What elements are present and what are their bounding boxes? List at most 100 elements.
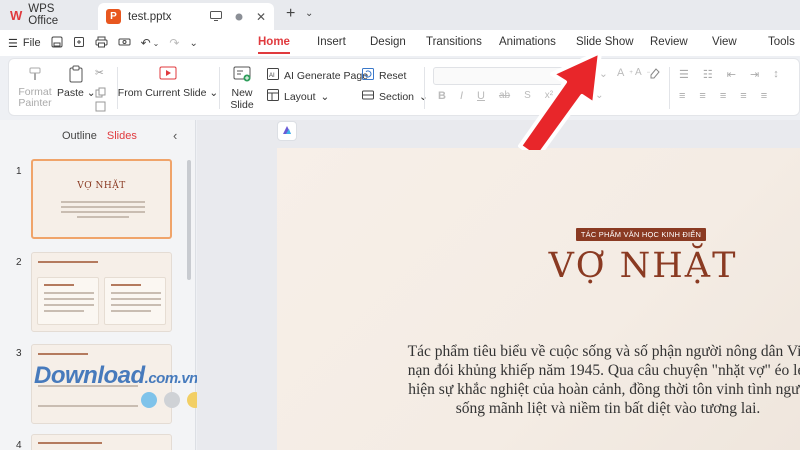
- increase-indent-icon[interactable]: ⇥: [750, 68, 759, 81]
- slide-body-line: nạn đói khủng khiếp năm 1945. Qua câu ch…: [407, 362, 800, 379]
- tab-outline[interactable]: Outline: [62, 130, 97, 142]
- align-right-icon[interactable]: ≡: [720, 90, 726, 102]
- print-icon[interactable]: [95, 36, 108, 51]
- decrease-font-icon[interactable]: A −: [635, 67, 650, 78]
- format-painter-button[interactable]: Format Painter: [17, 65, 53, 109]
- wps-logo-icon: W: [10, 7, 23, 23]
- slide-thumbnail-1[interactable]: VỢ NHẶT: [31, 159, 172, 239]
- save-icon[interactable]: [51, 36, 63, 51]
- print-preview-icon[interactable]: [118, 36, 131, 51]
- ribbon-divider: [669, 67, 670, 109]
- redo-icon[interactable]: ↷: [169, 36, 179, 50]
- from-current-slide-button[interactable]: From Current Slide ⌄: [118, 65, 218, 99]
- tab-slides[interactable]: Slides: [107, 130, 137, 142]
- copy-icon[interactable]: [95, 87, 106, 98]
- new-slide-label: New Slide: [230, 87, 254, 111]
- slide-thumbnail-2[interactable]: [31, 252, 172, 332]
- layout-chevron-icon: ⌄: [320, 90, 330, 103]
- close-tab-icon[interactable]: ✕: [256, 10, 266, 24]
- tab-transitions[interactable]: Transitions: [426, 36, 482, 48]
- tab-design[interactable]: Design: [370, 36, 406, 48]
- reset-button[interactable]: Reset: [362, 68, 406, 83]
- thumbnail-text-line: [111, 310, 151, 312]
- ai-assistant-button[interactable]: [277, 121, 297, 141]
- layout-icon: [267, 89, 279, 104]
- wps-home-tab[interactable]: W WPS Office: [0, 0, 94, 30]
- slide-title[interactable]: VỢ NHẶT: [548, 246, 738, 286]
- new-slide-button[interactable]: New Slide: [227, 65, 257, 111]
- slide-body-line: hiện sự khắc nghiệt của hoàn cảnh, đồng …: [408, 381, 800, 398]
- section-icon: [362, 89, 374, 104]
- cut-icon[interactable]: ✂: [95, 67, 104, 79]
- increase-font-icon[interactable]: A +: [617, 67, 633, 79]
- document-tab[interactable]: P test.pptx ✕: [98, 3, 274, 30]
- slide-number: 4: [16, 440, 22, 450]
- tab-view[interactable]: View: [712, 36, 737, 48]
- hamburger-icon: ☰: [8, 37, 18, 50]
- screen-icon[interactable]: [209, 10, 222, 24]
- thumbnail-text-line: [61, 211, 145, 213]
- paste-button[interactable]: Paste ⌄: [57, 65, 96, 99]
- from-current-slide-label: From Current Slide: [117, 87, 207, 99]
- paste-label-wrap: Paste ⌄: [57, 87, 96, 99]
- menu-bar: ☰ File ↶ ⌄ ↷ ⌄ Home Insert Design Transi…: [0, 30, 800, 56]
- slide-subtitle-badge[interactable]: TÁC PHẨM VĂN HỌC KINH ĐIỂN: [576, 228, 706, 241]
- underline-icon[interactable]: U: [477, 90, 485, 102]
- new-tab-icon[interactable]: +: [286, 5, 295, 23]
- thumbnail-card: [37, 277, 99, 325]
- tab-insert[interactable]: Insert: [317, 36, 346, 48]
- reset-icon: [362, 68, 374, 83]
- chevron-down-icon[interactable]: ⌄: [305, 8, 313, 19]
- undo-dropdown-icon[interactable]: ⌄: [153, 39, 160, 48]
- file-name: test.pptx: [128, 10, 172, 23]
- justify-icon[interactable]: ≡: [740, 90, 746, 102]
- thumbnail-text-line: [38, 405, 138, 407]
- thumbnail-text-line: [44, 292, 94, 294]
- italic-icon[interactable]: I: [460, 90, 463, 102]
- ribbon-divider: [424, 67, 425, 109]
- layout-button[interactable]: Layout ⌄: [267, 89, 329, 104]
- bullet-list-icon[interactable]: ☰: [679, 68, 689, 81]
- slide-body-line: Tác phẩm tiêu biểu về cuộc sống và số ph…: [407, 343, 800, 360]
- file-menu[interactable]: ☰ File: [8, 37, 41, 50]
- watermark-dot: [164, 392, 180, 408]
- section-button[interactable]: Section ⌄: [362, 89, 428, 104]
- brush-icon: [25, 65, 45, 83]
- paste-label: Paste: [57, 87, 84, 99]
- ai-generate-page-button[interactable]: AI AI Generate Page: [267, 68, 368, 83]
- thumbnail-text-line: [44, 310, 84, 312]
- file-menu-label: File: [22, 37, 41, 49]
- bold-icon[interactable]: B: [438, 90, 446, 102]
- ribbon-divider: [219, 67, 220, 109]
- undo-icon[interactable]: ↶: [141, 36, 151, 50]
- watermark-suffix: .com.vn: [144, 370, 199, 387]
- export-icon[interactable]: [73, 36, 85, 51]
- slide-thumbnail-4[interactable]: [31, 434, 172, 450]
- format-painter-label: Format Painter: [18, 86, 52, 109]
- slide-body-text[interactable]: Tác phẩm tiêu biểu về cuộc sống và số ph…: [398, 342, 800, 418]
- panel-scrollbar[interactable]: [187, 160, 191, 280]
- format-copy-icon[interactable]: [95, 101, 106, 112]
- tab-review[interactable]: Review: [650, 36, 688, 48]
- slide-number: 1: [16, 166, 22, 177]
- distributed-icon[interactable]: ≡: [761, 90, 767, 102]
- title-bar: W WPS Office P test.pptx ✕ + ⌄: [0, 0, 800, 30]
- clear-format-icon[interactable]: [649, 67, 661, 79]
- thumbnail-heading: [38, 353, 88, 355]
- collapse-panel-icon[interactable]: ‹: [173, 128, 177, 143]
- layout-label: Layout: [284, 90, 316, 103]
- align-left-icon[interactable]: ≡: [679, 90, 685, 102]
- decrease-indent-icon[interactable]: ⇤: [727, 68, 736, 81]
- ai-logo-icon: [281, 124, 293, 139]
- clipboard-icon: [66, 65, 86, 83]
- line-spacing-icon[interactable]: ↕: [773, 68, 779, 81]
- watermark-logo: Download.com.vn: [34, 362, 198, 390]
- numbered-list-icon[interactable]: ☷: [703, 68, 713, 81]
- tab-tools[interactable]: Tools: [768, 36, 795, 48]
- thumbnail-card-heading: [44, 284, 74, 286]
- tab-home[interactable]: Home: [258, 36, 290, 54]
- thumbnail-heading: [38, 442, 102, 444]
- ribbon-toolbar: Format Painter Paste ⌄ ✂ From Current Sl…: [8, 58, 800, 116]
- align-center-icon[interactable]: ≡: [699, 90, 705, 102]
- more-dropdown-icon[interactable]: ⌄: [189, 38, 197, 49]
